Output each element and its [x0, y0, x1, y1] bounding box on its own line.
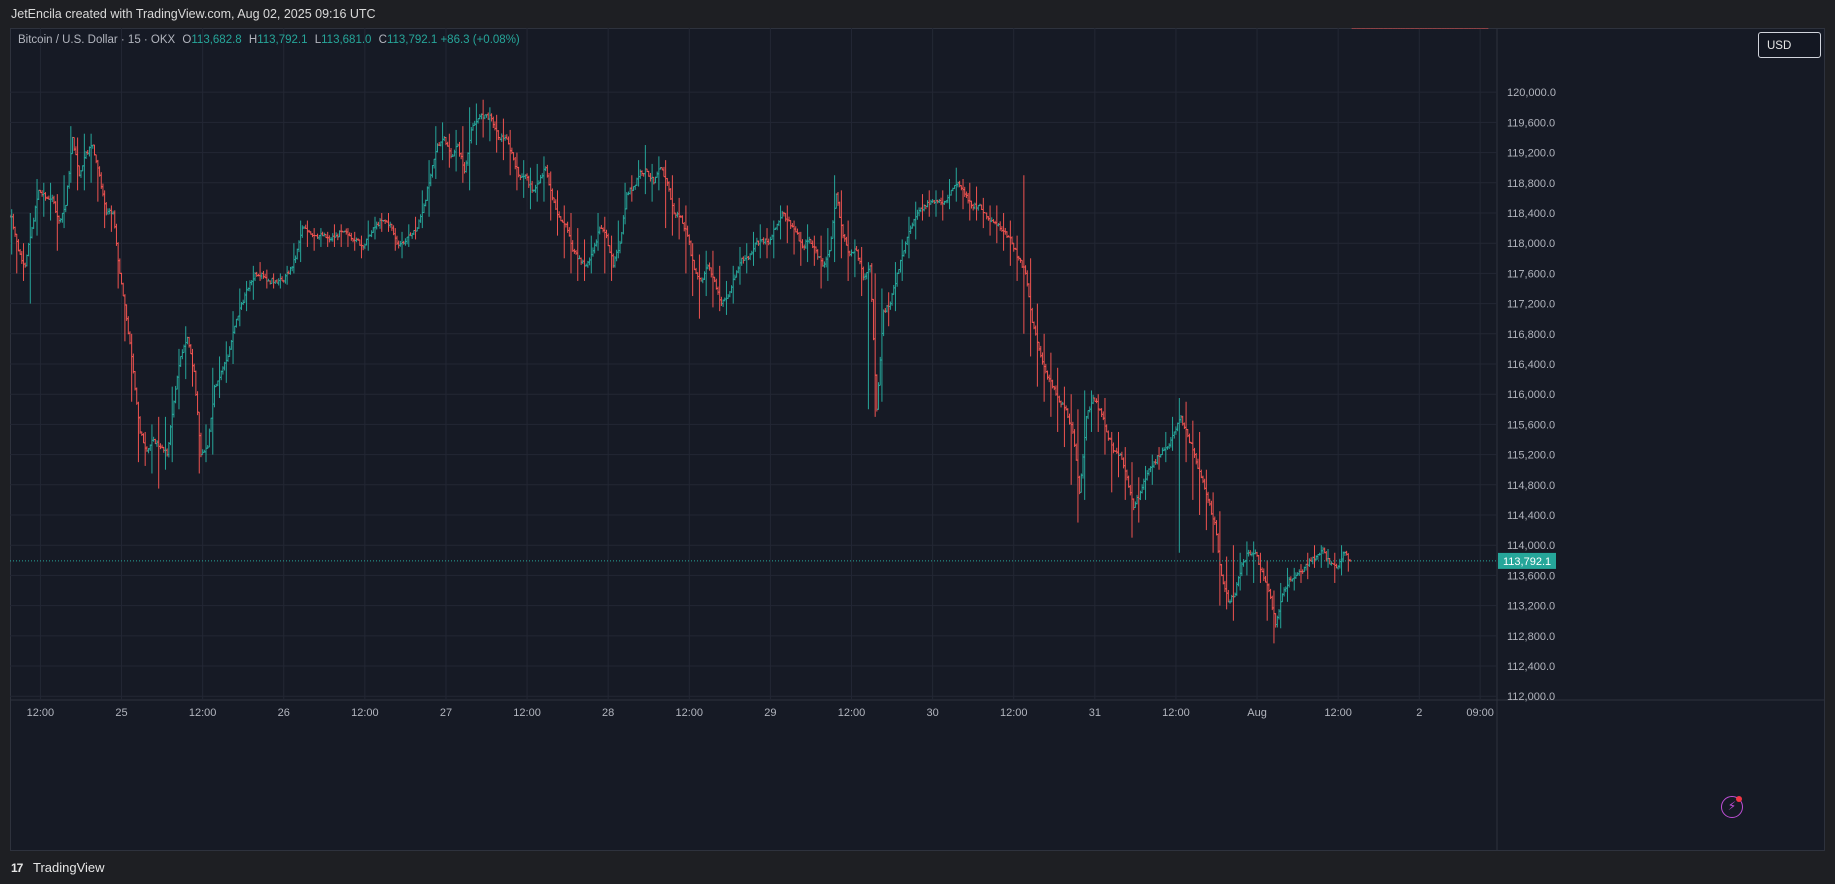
y-tick-label: 114,400.0 — [1507, 510, 1555, 522]
x-tick-label: 29 — [764, 707, 776, 719]
y-tick-label: 116,000.0 — [1507, 389, 1555, 401]
x-tick-label: 12:00 — [838, 707, 866, 719]
y-tick-label: 116,800.0 — [1507, 329, 1555, 341]
x-tick-label: 12:00 — [676, 707, 704, 719]
low-value: 113,681.0 — [321, 34, 372, 46]
footer-bar: 17 TradingView — [0, 852, 1835, 884]
x-tick-label: 25 — [115, 707, 127, 719]
x-tick-label: 09:00 — [1466, 707, 1494, 719]
open-value: 113,682.8 — [191, 34, 242, 46]
y-tick-label: 119,200.0 — [1507, 148, 1555, 160]
x-tick-label: 28 — [602, 707, 614, 719]
y-tick-label: 114,000.0 — [1507, 540, 1555, 552]
x-tick-label: 31 — [1089, 707, 1101, 719]
price-chart[interactable]: 112,000.0 112,400.0 112,800.0 113,200.0 113,… — [10, 28, 1825, 851]
x-tick-label: 12:00 — [27, 707, 55, 719]
y-tick-label: 115,200.0 — [1507, 450, 1555, 462]
y-tick-label: 112,400.0 — [1507, 661, 1555, 673]
x-tick-label: 12:00 — [1000, 707, 1028, 719]
symbol-legend: Bitcoin / U.S. Dollar · 15 · OKX O113,68… — [18, 34, 520, 46]
x-tick-label: 12:00 — [513, 707, 541, 719]
tradingview-logo-icon[interactable]: 17 — [11, 861, 23, 875]
attribution-bar: JetEncila created with TradingView.com, … — [0, 0, 1835, 28]
change-value: +86.3 (+0.08%) — [440, 34, 520, 46]
y-tick-label: 120,000.0 — [1507, 87, 1556, 99]
y-tick-label: 112,800.0 — [1507, 631, 1555, 643]
currency-button[interactable]: USD — [1758, 32, 1821, 58]
x-tick-label: Aug — [1247, 707, 1267, 719]
y-tick-label: 115,600.0 — [1507, 419, 1555, 431]
x-tick-label: 30 — [926, 707, 938, 719]
attribution-text: JetEncila created with TradingView.com, … — [11, 7, 376, 21]
last-price-label: 113,792.1 — [1503, 556, 1551, 568]
y-tick-label: 117,200.0 — [1507, 299, 1555, 311]
y-tick-label: 113,200.0 — [1507, 601, 1555, 613]
y-tick-label: 118,800.0 — [1507, 178, 1555, 190]
y-tick-label: 114,800.0 — [1507, 480, 1555, 492]
y-tick-label: 117,600.0 — [1507, 268, 1555, 280]
y-tick-label: 118,000.0 — [1507, 238, 1555, 250]
y-tick-label: 112,000.0 — [1507, 691, 1555, 703]
y-tick-label: 113,600.0 — [1507, 570, 1555, 582]
high-label: H — [248, 34, 258, 46]
x-tick-label: 2 — [1416, 707, 1422, 719]
x-tick-label: 12:00 — [351, 707, 379, 719]
brand-name[interactable]: TradingView — [33, 860, 105, 875]
y-tick-label: 118,400.0 — [1507, 208, 1555, 220]
high-value: 113,792.1 — [257, 34, 308, 46]
x-tick-label: 12:00 — [189, 707, 217, 719]
y-tick-label: 116,400.0 — [1507, 359, 1555, 371]
symbol-name: Bitcoin / U.S. Dollar · 15 · OKX — [18, 34, 176, 46]
close-value: 113,792.1 — [386, 34, 438, 46]
alert-dot — [1736, 796, 1742, 802]
y-tick-label: 119,600.0 — [1507, 117, 1555, 129]
x-tick-label: 27 — [440, 707, 452, 719]
close-label: C — [378, 34, 387, 46]
x-tick-label: 12:00 — [1162, 707, 1190, 719]
x-tick-label: 26 — [278, 707, 290, 719]
x-tick-label: 12:00 — [1324, 707, 1352, 719]
